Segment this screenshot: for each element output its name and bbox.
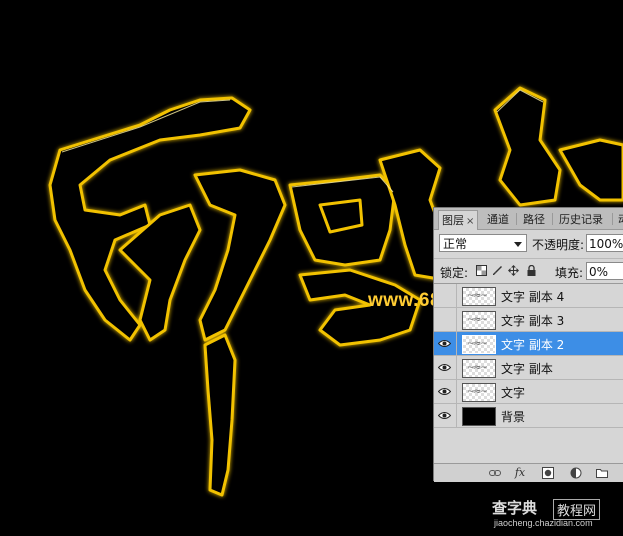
tab-label: 通道: [487, 213, 509, 226]
close-icon[interactable]: ×: [466, 216, 474, 227]
blend-mode-select[interactable]: 正常: [439, 234, 527, 252]
layers-panel: 图层× 通道 路径 历史记录 动 正常 不透明度: 100% 锁定:: [433, 207, 623, 482]
folder-icon[interactable]: [596, 467, 608, 479]
layer-row[interactable]: ~≈~ 文字 副本 3: [434, 308, 623, 332]
layer-row[interactable]: ~≈~ 文字 副本 2: [434, 332, 623, 356]
layer-name: 文字 副本 3: [501, 314, 565, 328]
tab-label: 图层: [442, 214, 464, 227]
eye-icon: [438, 388, 451, 395]
tab-paths[interactable]: 路径: [520, 210, 548, 229]
layer-thumbnail[interactable]: ~≈~: [462, 311, 496, 330]
visibility-toggle[interactable]: [434, 308, 457, 331]
lock-label: 锁定:: [440, 266, 469, 280]
mask-icon[interactable]: [542, 467, 554, 479]
layer-name: 文字 副本 2: [501, 338, 565, 352]
tab-channels[interactable]: 通道: [484, 210, 512, 229]
layer-thumbnail[interactable]: [462, 407, 496, 426]
visibility-toggle[interactable]: [434, 404, 457, 427]
layer-row[interactable]: 背景: [434, 404, 623, 428]
layer-name: 背景: [501, 410, 526, 424]
eye-icon: [438, 412, 451, 419]
layer-thumbnail[interactable]: ~≈~: [462, 335, 496, 354]
visibility-toggle[interactable]: [434, 284, 457, 307]
layer-thumbnail[interactable]: ~≈~: [462, 287, 496, 306]
tab-label: 历史记录: [559, 213, 603, 226]
brush-icon[interactable]: [492, 265, 503, 276]
tab-layers[interactable]: 图层 ×: [438, 210, 479, 230]
move-icon[interactable]: [508, 265, 519, 276]
visibility-toggle[interactable]: [434, 332, 457, 355]
layer-row[interactable]: ~≈~ 文字 副本 4: [434, 284, 623, 308]
site-credit: 查字典 教程网 jiaocheng.chazidian.com: [488, 497, 623, 536]
lock-icon[interactable]: [526, 265, 537, 276]
credit-box: 教程网: [553, 499, 601, 520]
layer-row[interactable]: ~≈~ 文字 副本: [434, 356, 623, 380]
layer-name: 文字 副本: [501, 362, 553, 376]
opacity-label: 不透明度:: [532, 238, 585, 252]
credit-site: 查字典: [492, 499, 538, 517]
fill-field[interactable]: 0%: [586, 262, 623, 280]
opacity-field[interactable]: 100%: [586, 234, 623, 252]
fill-label: 填充:: [555, 266, 584, 280]
eye-icon: [438, 364, 451, 371]
chevron-down-icon: [514, 242, 522, 247]
panel-footer: fx: [434, 463, 623, 482]
layers-list: ~≈~ 文字 副本 4 ~≈~ 文字 副本 3 ~≈~ 文字 副本 2 ~≈~ 文字 副本 ~≈…: [434, 283, 623, 466]
layer-row[interactable]: ~≈~ 文字: [434, 380, 623, 404]
layer-thumbnail[interactable]: ~≈~: [462, 359, 496, 378]
adjustment-icon[interactable]: [570, 467, 582, 479]
tab-actions[interactable]: 动: [615, 210, 623, 229]
lock-transparent-icon[interactable]: [476, 265, 487, 276]
eye-icon: [438, 340, 451, 347]
visibility-toggle[interactable]: [434, 356, 457, 379]
fx-icon[interactable]: fx: [514, 467, 526, 479]
visibility-toggle[interactable]: [434, 380, 457, 403]
credit-url: jiaocheng.chazidian.com: [494, 518, 593, 528]
blend-mode-value: 正常: [443, 237, 468, 251]
tab-label: 路径: [523, 213, 545, 226]
layer-name: 文字 副本 4: [501, 290, 565, 304]
link-icon[interactable]: [489, 467, 501, 479]
tab-label: 动: [618, 213, 623, 226]
tab-history[interactable]: 历史记录: [556, 210, 606, 229]
panel-tabs: 图层× 通道 路径 历史记录 动: [434, 208, 623, 230]
layer-thumbnail[interactable]: ~≈~: [462, 383, 496, 402]
layer-name: 文字: [501, 386, 526, 400]
